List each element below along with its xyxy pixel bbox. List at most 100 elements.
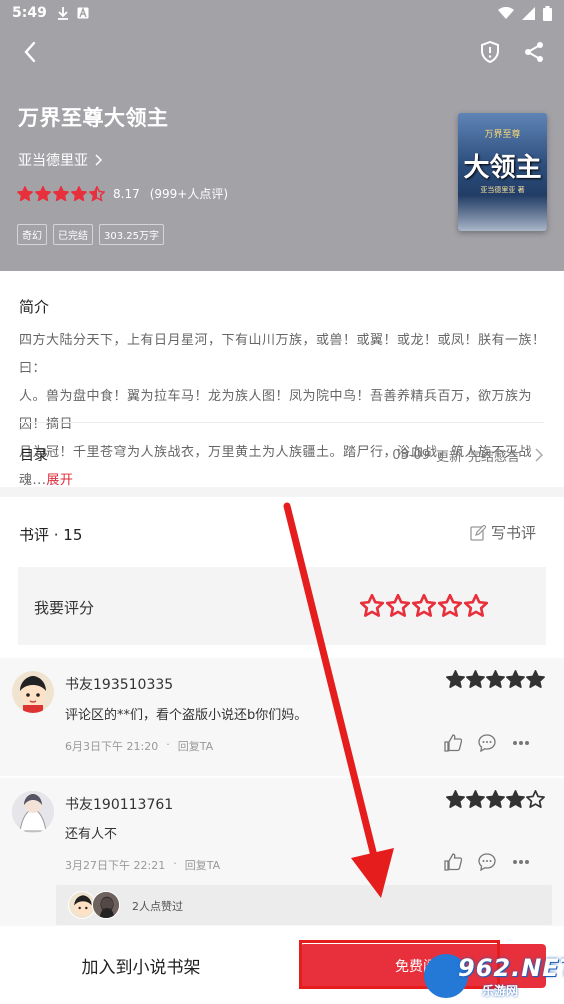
star-empty-icon[interactable] bbox=[386, 594, 410, 618]
star-filled-icon bbox=[71, 185, 87, 201]
intro-title: 简介 bbox=[19, 298, 50, 316]
comment-icon[interactable] bbox=[478, 734, 496, 752]
star-empty-icon bbox=[526, 790, 545, 808]
rate-stars[interactable] bbox=[360, 594, 488, 618]
divider bbox=[20, 422, 544, 423]
app-a-icon bbox=[77, 7, 89, 19]
star-empty-icon[interactable] bbox=[360, 594, 384, 618]
intro-line: 人。兽为盘中食！翼为拉车马！龙为族人图！凤为院中鸟！吾善养精兵百万，欲万族为囚！… bbox=[19, 389, 533, 432]
toc-date: 03-09 bbox=[392, 447, 430, 463]
chevron-left-icon bbox=[24, 41, 36, 63]
wifi-icon bbox=[498, 7, 514, 19]
rating-stars bbox=[17, 185, 105, 202]
review-actions bbox=[444, 734, 530, 752]
star-filled-icon bbox=[466, 790, 485, 808]
add-to-shelf-button[interactable]: 加入到小说书架 bbox=[0, 926, 282, 1004]
report-button[interactable] bbox=[474, 36, 506, 68]
cover-title: 大领主 bbox=[463, 153, 542, 183]
more-icon[interactable] bbox=[512, 740, 530, 746]
shield-icon bbox=[481, 41, 499, 63]
liker-avatar bbox=[92, 891, 120, 919]
book-tags: 奇幻 已完结 303.25万字 bbox=[17, 224, 164, 245]
write-review-label: 写书评 bbox=[491, 524, 537, 542]
toc-latest: 03-09 更新 完结感言 bbox=[392, 446, 544, 465]
star-filled-icon bbox=[466, 670, 485, 688]
cover-art bbox=[458, 195, 547, 231]
rating-score: 8.17 bbox=[113, 186, 140, 201]
back-button[interactable] bbox=[14, 36, 46, 68]
rate-prompt: 我要评分 bbox=[34, 599, 95, 617]
book-header: 5:49 万界至尊大领主 亚当德里亚 8.17 (999+人点评) 奇幻 已完结… bbox=[0, 0, 564, 271]
avatar[interactable] bbox=[12, 671, 54, 713]
chevron-right-icon bbox=[95, 154, 102, 166]
tag-wordcount: 303.25万字 bbox=[99, 224, 164, 245]
watermark-number: 962.NET bbox=[458, 954, 564, 982]
review-item: 书友193510335 评论区的**们，看个盗版小说还b你们妈。 6月3日下午 … bbox=[0, 658, 564, 776]
star-filled-icon bbox=[53, 185, 69, 201]
review-text: 还有人不 bbox=[65, 827, 118, 842]
cover-subtitle: 万界至尊 bbox=[484, 130, 521, 140]
star-filled-icon bbox=[506, 790, 525, 808]
share-button[interactable] bbox=[518, 36, 550, 68]
signal-icon bbox=[522, 6, 535, 20]
rate-box: 我要评分 bbox=[18, 567, 546, 645]
review-actions bbox=[444, 853, 530, 871]
like-icon[interactable] bbox=[444, 734, 462, 752]
review-time: 3月27日下午 22:21 bbox=[65, 859, 166, 872]
reply-link[interactable]: 回复TA bbox=[185, 857, 220, 873]
avatar-image bbox=[20, 676, 46, 713]
review-stars bbox=[446, 790, 545, 809]
table-of-contents-row[interactable]: 目录 03-09 更新 完结感言 bbox=[0, 435, 564, 475]
tag-status: 已完结 bbox=[53, 224, 93, 245]
watermark-sub: 乐游网 bbox=[482, 984, 519, 998]
review-text: 评论区的**们，看个盗版小说还b你们妈。 bbox=[65, 708, 308, 723]
star-filled-icon bbox=[17, 185, 33, 201]
star-filled-icon bbox=[526, 670, 545, 688]
reviewer-name: 书友190113761 bbox=[65, 797, 174, 813]
star-filled-icon bbox=[486, 670, 505, 688]
status-time: 5:49 bbox=[12, 5, 47, 21]
expand-link[interactable]: 展开 bbox=[46, 473, 73, 488]
reply-link[interactable]: 回复TA bbox=[178, 738, 213, 754]
star-empty-icon[interactable] bbox=[438, 594, 462, 618]
cover-author: 亚当德里亚 著 bbox=[480, 186, 525, 194]
comment-icon[interactable] bbox=[478, 853, 496, 871]
avatar[interactable] bbox=[12, 791, 54, 833]
star-half-icon bbox=[89, 185, 105, 202]
star-filled-icon bbox=[486, 790, 505, 808]
write-review-button[interactable]: 写书评 bbox=[470, 522, 536, 543]
author-name: 亚当德里亚 bbox=[18, 153, 88, 169]
reviewer-name: 书友193510335 bbox=[65, 677, 174, 693]
download-icon bbox=[57, 7, 68, 20]
toc-label: 目录 bbox=[20, 448, 48, 464]
star-filled-icon bbox=[35, 185, 51, 201]
book-title: 万界至尊大领主 bbox=[18, 106, 169, 130]
star-empty-icon[interactable] bbox=[412, 594, 436, 618]
share-icon bbox=[525, 42, 543, 62]
star-filled-icon bbox=[446, 790, 465, 808]
toc-latest-chapter: 完结感言 bbox=[467, 449, 520, 465]
star-filled-icon bbox=[446, 670, 465, 688]
rating-count: (999+人点评) bbox=[149, 187, 229, 201]
chevron-right-icon bbox=[535, 448, 544, 462]
review-meta: 6月3日下午 21:20 · 回复TA bbox=[65, 738, 213, 754]
book-cover: 万界至尊 大领主 亚当德里亚 著 bbox=[458, 113, 547, 231]
avatar-image bbox=[12, 791, 54, 833]
watermark-logo: 962.NET 乐游网 bbox=[424, 952, 564, 1000]
star-filled-icon bbox=[506, 670, 525, 688]
like-icon[interactable] bbox=[444, 853, 462, 871]
status-bar: 5:49 bbox=[0, 0, 564, 26]
tag-genre[interactable]: 奇幻 bbox=[17, 224, 47, 245]
more-icon[interactable] bbox=[512, 859, 530, 865]
battery-icon bbox=[543, 5, 552, 21]
liked-by-text: 2人点赞过 bbox=[132, 900, 183, 913]
star-empty-icon[interactable] bbox=[464, 594, 488, 618]
author-link[interactable]: 亚当德里亚 bbox=[18, 150, 102, 170]
toc-update: 更新 bbox=[435, 449, 462, 465]
review-stars bbox=[446, 670, 545, 689]
review-time: 6月3日下午 21:20 bbox=[65, 740, 159, 753]
liked-by-box[interactable]: 2人点赞过 bbox=[56, 885, 552, 925]
separator-dot: · bbox=[173, 857, 177, 870]
intro-line: 四方大陆分天下，上有日月星河，下有山川万族，或兽！或翼！或龙！或凤！朕有一族！曰… bbox=[19, 333, 546, 376]
reviews-title: 书评 · 15 bbox=[19, 526, 83, 544]
